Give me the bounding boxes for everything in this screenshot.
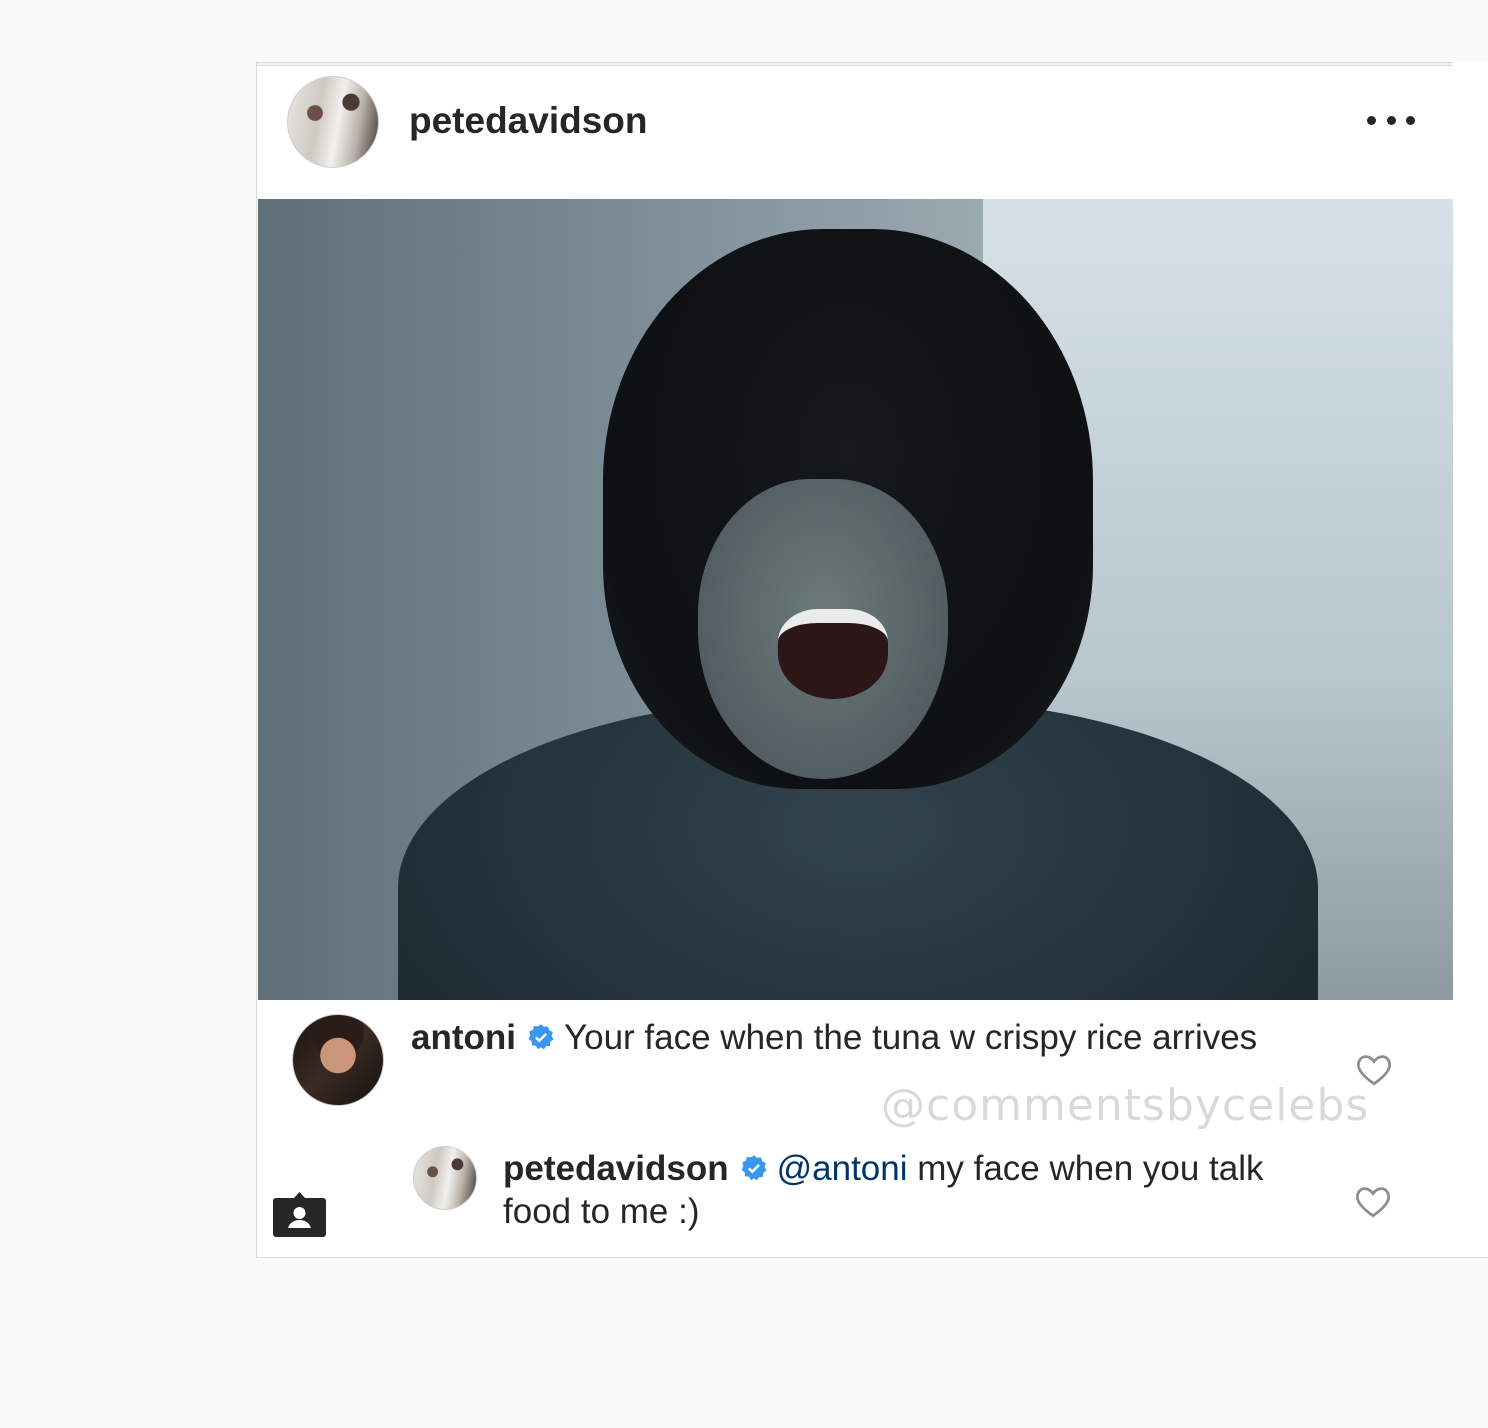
watermark: @commentsbycelebs — [881, 1080, 1370, 1131]
instagram-post: petedavidson antoni Your face when the tu… — [256, 62, 1488, 1258]
comment-username[interactable]: antoni — [411, 1018, 516, 1057]
comment-username[interactable]: petedavidson — [503, 1149, 729, 1188]
post-header: petedavidson — [257, 66, 1453, 198]
comment-body: Your face when the tuna w crispy rice ar… — [563, 1018, 1258, 1057]
comment-avatar-petedavidson[interactable] — [413, 1146, 477, 1210]
comment-avatar-antoni[interactable] — [292, 1014, 384, 1106]
comment-antoni: antoni Your face when the tuna w crispy r… — [411, 1016, 1291, 1059]
user-tag-icon[interactable] — [273, 1186, 326, 1239]
author-avatar[interactable] — [287, 76, 379, 168]
comment-mention[interactable]: @antoni — [777, 1149, 908, 1188]
more-options-icon[interactable] — [1367, 110, 1415, 130]
heart-icon[interactable] — [1354, 1184, 1392, 1218]
verified-badge-icon — [528, 1024, 554, 1050]
post-photo[interactable] — [258, 199, 1453, 1000]
verified-badge-icon — [741, 1155, 767, 1181]
comment-petedavidson: petedavidson @antoni my face when you tal… — [503, 1147, 1303, 1233]
author-username[interactable]: petedavidson — [409, 100, 648, 142]
